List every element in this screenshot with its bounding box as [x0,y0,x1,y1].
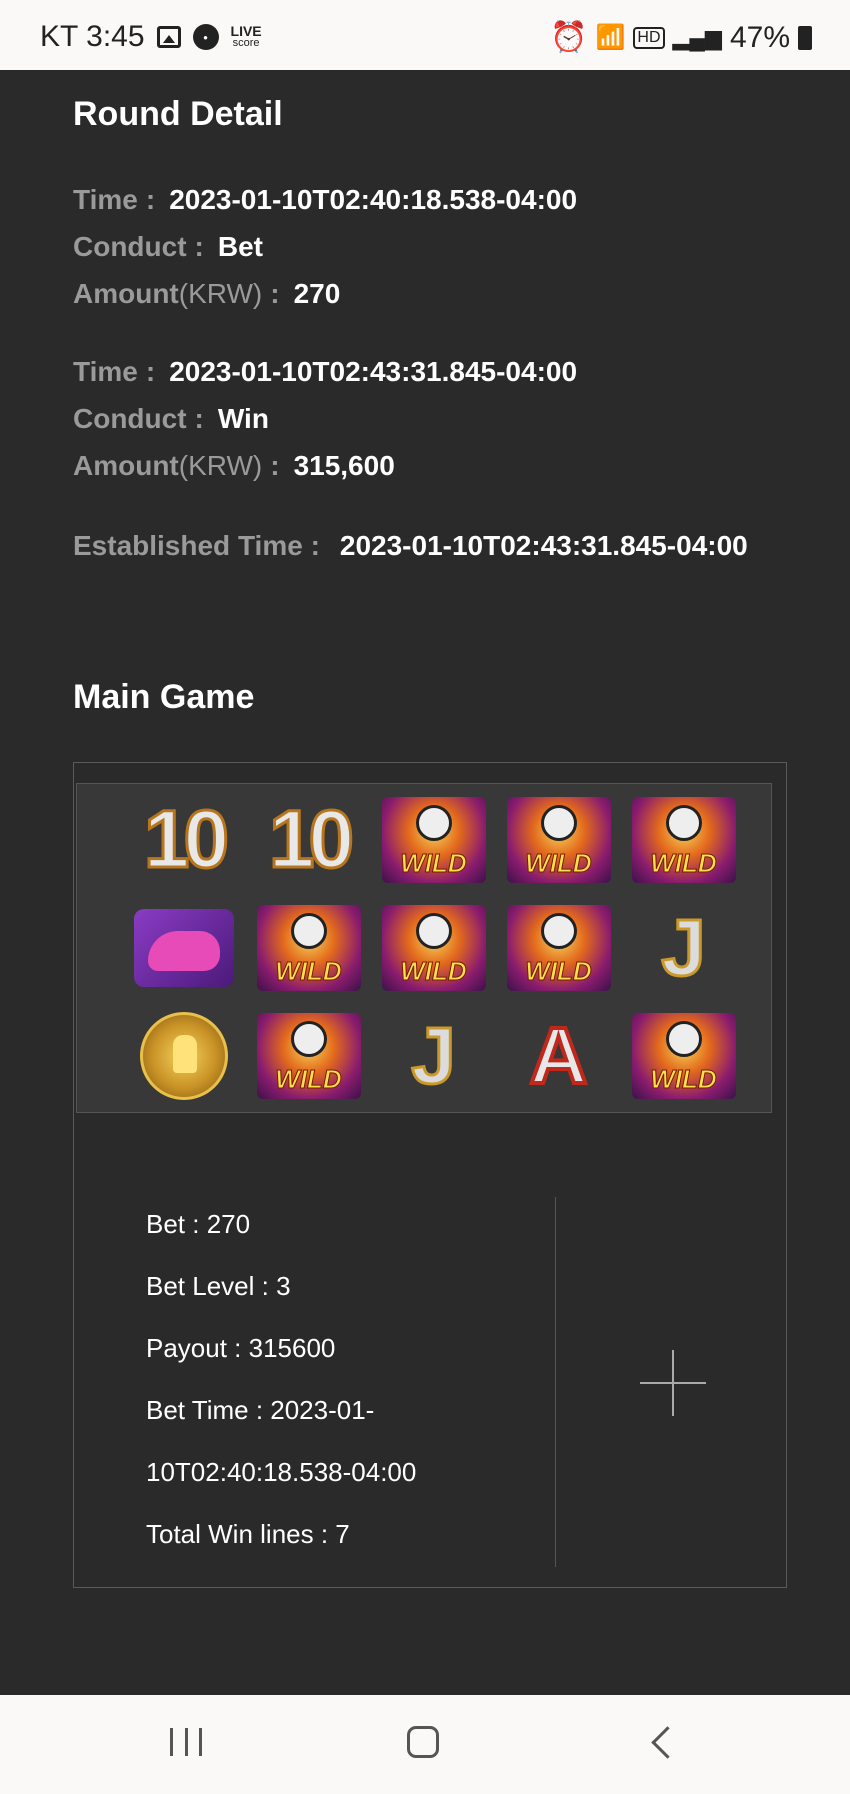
record-2-time-row: Time: 2023-01-10T02:43:31.845-04:00 [73,356,578,387]
recent-apps-button[interactable] [170,1728,202,1756]
battery-percent: 47% [729,20,790,54]
live-score-icon: LIVE score [230,23,262,49]
alarm-icon: ⏰ [550,21,588,54]
gallery-icon [156,26,181,48]
win-lines-info: Total Win lines : 7 [146,1519,350,1549]
main-game-title: Main Game [73,678,255,716]
record-1-time-row: Time: 2023-01-10T02:40:18.538-04:00 [73,184,578,215]
time-value: 2023-01-10T02:43:31.845-04:00 [169,356,578,387]
wild-symbol: WILD [371,786,496,894]
bet-time-info-cont: 10T02:40:18.538-04:00 [146,1457,417,1487]
slot-reels: 10 10 WILD WILD WILD WILD WILD WILD J WILD J A WILD [76,783,772,1113]
time-label: Time [73,356,138,387]
wild-symbol: WILD [496,894,621,1002]
boot-icon [121,894,246,1002]
established-time-label: Established Time : [73,530,320,561]
main-game-panel: 10 10 WILD WILD WILD WILD WILD WILD J WILD J A WILD … [73,762,787,1588]
record-2-amount-row: Amount(KRW): 315,600 [73,450,395,481]
home-button[interactable] [407,1726,439,1758]
wild-symbol: WILD [496,786,621,894]
record-1-conduct-row: Conduct: Bet [73,231,263,262]
wild-symbol: WILD [246,1002,371,1110]
status-bar: KT 3:45 ● LIVE score ⏰ 📶 HD ▂▄▆ 47% [0,0,850,70]
payout-info: Payout : 315600 [146,1333,336,1363]
wifi-icon: 📶 [595,24,626,51]
trophy-icon [121,1002,246,1110]
time-label: Time [73,184,138,215]
expand-plus-icon[interactable] [640,1350,706,1416]
conduct-value: Win [217,403,269,434]
record-2-conduct-row: Conduct: Win [73,403,269,434]
navigation-bar [0,1695,850,1794]
established-time-value: 2023-01-10T02:43:31.845-04:00 [339,530,748,561]
conduct-label: Conduct [73,231,187,262]
conduct-value: Bet [217,231,263,262]
time-value: 2023-01-10T02:40:18.538-04:00 [169,184,578,215]
ten-symbol: 10 [267,793,355,887]
wild-symbol: WILD [621,1002,746,1110]
j-symbol: J [660,902,707,994]
app-icon: ● [192,24,219,50]
ten-symbol: 10 [142,793,230,887]
amount-value: 270 [293,278,341,309]
round-detail-title: Round Detail [73,95,283,133]
wild-symbol: WILD [371,894,496,1002]
record-1-amount-row: Amount(KRW): 270 [73,278,341,309]
bet-info: Bet : 270 [146,1209,251,1239]
amount-value: 315,600 [293,450,395,481]
established-time-row: Established Time : 2023-01-10T02:43:31.8… [73,530,748,562]
amount-label: Amount(KRW) [73,278,263,309]
signal-icon: ▂▄▆ [672,24,722,50]
bet-level-info: Bet Level : 3 [146,1271,291,1301]
bet-time-info: Bet Time : 2023-01- [146,1395,375,1425]
status-time: KT 3:45 [40,20,145,53]
wild-symbol: WILD [246,894,371,1002]
a-symbol: A [528,1009,590,1102]
battery-icon [798,25,812,50]
wild-symbol: WILD [621,786,746,894]
game-info: Bet : 270 Bet Level : 3 Payout : 315600 … [146,1193,416,1565]
amount-label: Amount(KRW) [73,450,263,481]
j-symbol: J [410,1010,457,1102]
conduct-label: Conduct [73,403,187,434]
back-button[interactable] [651,1726,684,1759]
hd-icon: HD [633,26,665,49]
divider [555,1197,556,1567]
